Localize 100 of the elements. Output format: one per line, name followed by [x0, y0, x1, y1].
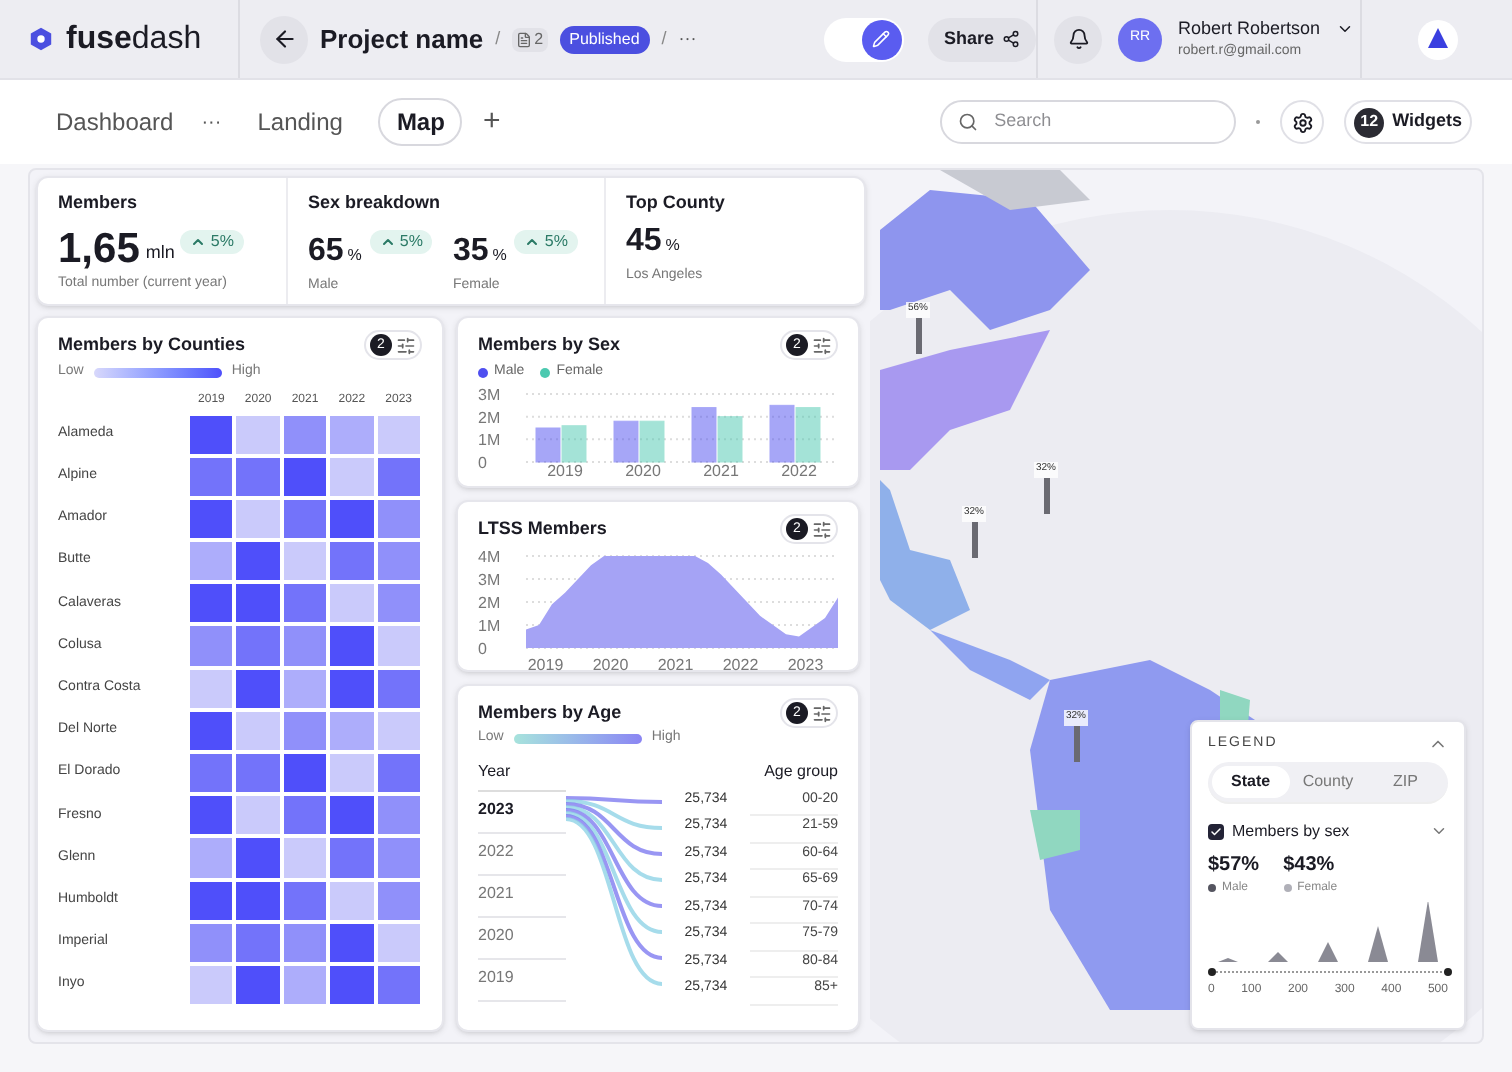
share-icon [1002, 30, 1020, 48]
axis-tick-label: 2019 [547, 461, 583, 477]
caret-icon[interactable] [1336, 20, 1355, 38]
year-item[interactable]: 2020 [478, 917, 566, 959]
notifications-button[interactable] [1054, 15, 1102, 63]
year-item[interactable]: 2022 [478, 833, 566, 875]
map-pin-icon [971, 521, 977, 557]
stat-unit: % [665, 233, 680, 257]
layer-label: Members by sex [1232, 819, 1350, 843]
add-tab-button[interactable]: + [482, 99, 501, 145]
stat-title: Top County [626, 190, 727, 216]
breadcrumb-separator: / [495, 25, 501, 52]
search-field[interactable]: Search [940, 100, 1237, 144]
axis-tick-label: 2M [478, 407, 501, 426]
bell-icon [1067, 28, 1089, 50]
status-badge: Published [559, 25, 650, 53]
user-name: Robert Robertson [1178, 17, 1321, 39]
stat-value: 65 [308, 231, 344, 271]
map-pin-icon [915, 317, 921, 353]
axis-tick-label: 0 [478, 453, 487, 471]
page-tab[interactable]: Landing [241, 100, 359, 144]
pages-count: 2 [512, 27, 548, 51]
logo-icon [28, 26, 54, 52]
axis-tick-label: 2020 [592, 656, 629, 672]
tab-more-button[interactable]: ··· [201, 107, 222, 137]
bar [691, 406, 717, 462]
page-tab[interactable]: Dashboard [40, 100, 190, 144]
page-tab[interactable]: Map [378, 98, 463, 146]
legend-tab[interactable]: ZIP [1366, 765, 1445, 797]
bar [535, 426, 561, 462]
stat-value: 1,65 [58, 225, 140, 273]
column-header: Year [478, 759, 511, 783]
axis-tick-label: 0 [478, 640, 487, 658]
bar [639, 419, 665, 462]
settings-icon [1291, 111, 1314, 133]
widget-title: Members by Counties [58, 331, 246, 358]
axis-tick-label: 2019 [527, 656, 564, 672]
search-input[interactable]: Search [994, 108, 1195, 136]
bar [613, 419, 639, 462]
axis-tick-label: 2021 [657, 656, 694, 672]
search-icon [958, 112, 979, 132]
stat-title: Members [58, 190, 140, 216]
edit-toggle[interactable] [823, 17, 904, 61]
axis-tick-label: 4M [478, 548, 501, 566]
map-pin-icon [1073, 725, 1079, 761]
filter-icon [812, 703, 832, 723]
stat-unit: mln [145, 240, 175, 266]
widget-title: Members by Sex [478, 331, 621, 358]
app-logo-icon[interactable] [1417, 19, 1457, 59]
pencil-icon [872, 30, 891, 48]
project-title: Project name [320, 21, 484, 58]
bar [795, 406, 821, 462]
logo-text: fusedash [66, 19, 202, 59]
axis-tick-label: 2M [478, 594, 501, 612]
stat-value: 45 [626, 221, 662, 261]
axis-tick-label: 2020 [625, 461, 661, 477]
widgets-button[interactable]: 12 Widgets [1344, 100, 1472, 144]
axis-tick-label: 1M [478, 430, 501, 449]
legend-value: $57% [1208, 851, 1260, 879]
axis-tick-label: 2022 [722, 656, 759, 672]
year-item[interactable]: 2019 [478, 959, 566, 1001]
bar [717, 415, 743, 462]
legend-tab[interactable]: State [1212, 765, 1290, 797]
column-header: Age group [764, 759, 838, 783]
map-pin-icon [1043, 477, 1049, 513]
legend-value: $43% [1283, 851, 1337, 879]
back-button[interactable] [260, 15, 308, 63]
year-item[interactable]: 2023 [478, 791, 566, 833]
legend-tab[interactable]: County [1289, 765, 1367, 797]
stat-unit: % [347, 243, 362, 267]
axis-tick-label: 3M [478, 385, 501, 403]
axis-tick-label: 2022 [781, 461, 817, 477]
share-button[interactable]: Share [927, 17, 1036, 61]
more-button[interactable]: ··· [678, 25, 697, 53]
filter-icon [812, 335, 832, 355]
stat-unit: % [492, 243, 507, 267]
trend-badge: 5% [514, 229, 578, 253]
filter-icon [812, 519, 832, 539]
layer-checkbox[interactable] [1208, 823, 1224, 839]
widget-title: LTSS Members [478, 515, 607, 542]
axis-tick-label: 1M [478, 617, 501, 635]
axis-tick-label: 2021 [703, 461, 739, 477]
color-scale-bar [513, 733, 642, 744]
axis-tick-label: 3M [478, 571, 501, 589]
year-item[interactable]: 2021 [478, 875, 566, 917]
trend-up-icon [524, 233, 541, 249]
filter-icon [396, 335, 416, 355]
settings-button[interactable] [1280, 100, 1325, 144]
back-arrow-icon [271, 26, 297, 52]
trend-badge: 5% [180, 229, 244, 253]
axis-tick-label: 2023 [787, 656, 824, 672]
trend-up-icon [190, 233, 207, 249]
color-scale-bar [93, 367, 222, 378]
stat-value: 35 [452, 231, 489, 271]
widget-title: Members by Age [478, 699, 622, 726]
document-icon [516, 31, 533, 47]
expand-icon[interactable] [1430, 822, 1448, 840]
stat-title: Sex breakdown [308, 190, 443, 216]
range-slider-drawing[interactable] [1208, 965, 1452, 977]
trend-badge: 5% [369, 229, 433, 253]
